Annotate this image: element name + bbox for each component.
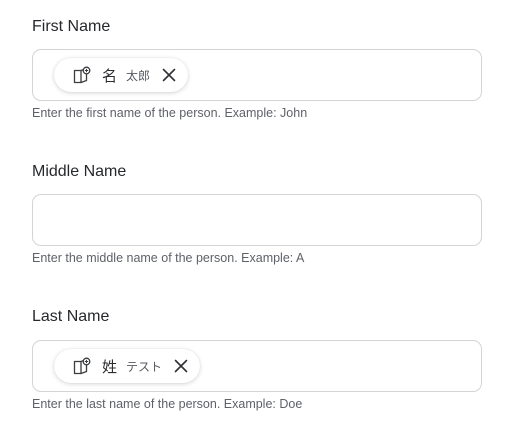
person-name-form: First Name 名 太郎 Enter the first name of … <box>0 0 530 427</box>
book-translate-icon <box>72 65 92 85</box>
last-name-chip-value: テスト <box>126 359 163 374</box>
close-icon[interactable] <box>170 355 192 377</box>
middle-name-input[interactable] <box>32 194 482 246</box>
last-name-helper: Enter the last name of the person. Examp… <box>32 397 303 411</box>
last-name-field: Last Name 姓 テスト Enter the last name of t… <box>32 307 482 411</box>
last-name-label: Last Name <box>32 308 110 325</box>
first-name-chip-value: 太郎 <box>126 68 151 83</box>
middle-name-helper: Enter the middle name of the person. Exa… <box>32 251 305 265</box>
first-name-helper: Enter the first name of the person. Exam… <box>32 106 308 120</box>
first-name-chip[interactable]: 名 太郎 <box>54 58 189 92</box>
middle-name-label: Middle Name <box>32 163 127 180</box>
middle-name-field: Middle Name Enter the middle name of the… <box>32 162 482 265</box>
book-translate-icon <box>72 356 92 376</box>
first-name-field: First Name 名 太郎 Enter the first name of … <box>32 17 482 120</box>
last-name-chip[interactable]: 姓 テスト <box>54 349 201 383</box>
close-icon[interactable] <box>158 64 180 86</box>
first-name-label: First Name <box>32 18 111 35</box>
last-name-input[interactable]: 姓 テスト <box>32 340 482 392</box>
first-name-chip-key: 名 <box>102 66 118 85</box>
last-name-chip-key: 姓 <box>102 357 118 376</box>
first-name-input[interactable]: 名 太郎 <box>32 49 482 101</box>
